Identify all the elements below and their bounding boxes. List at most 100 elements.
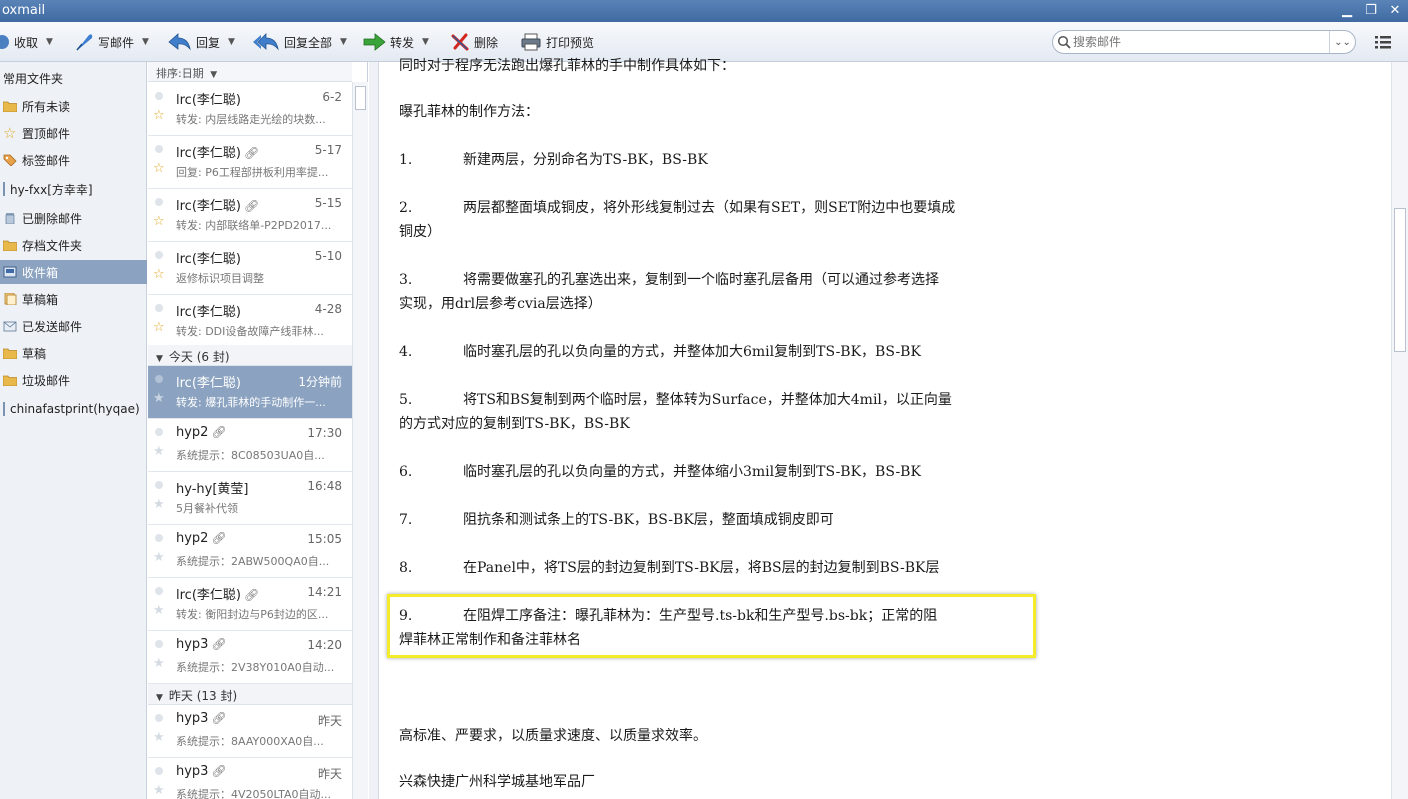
search-options-icon[interactable]: ⌄⌄	[1329, 31, 1355, 53]
list-item[interactable]: hyp2 🔗︎ 17:30 ★ 系统提示：8C08503UA0自...	[148, 419, 352, 472]
list-item[interactable]: hyp3 🔗︎ 昨天 ★ 系统提示：4V2050LTA0自动...	[148, 758, 352, 799]
message-subject: 转发: 内部联络单-P2PD2017...	[176, 219, 332, 232]
sidebar-item-all-unread[interactable]: 所有未读	[0, 94, 147, 118]
attachment-icon: 🔗︎	[211, 637, 227, 651]
account-marker	[3, 402, 5, 416]
message-sender: lrc(李仁聪)	[176, 93, 241, 108]
star-icon[interactable]: ★	[153, 498, 165, 512]
reply-button[interactable]: 回复 ▼	[168, 30, 235, 54]
message-sender: lrc(李仁聪)	[176, 252, 241, 267]
list-item[interactable]: lrc(李仁聪) 1分钟前 ★ 转发: 爆孔菲林的手动制作一...	[148, 366, 352, 419]
attachment-icon: 🔗︎	[243, 588, 260, 602]
message-subject: 系统提示：4V2050LTA0自动...	[176, 788, 332, 799]
folder-icon	[3, 101, 17, 112]
star-icon[interactable]: ★	[153, 657, 165, 671]
message-time: 15:05	[307, 532, 342, 546]
read-status-icon	[155, 534, 163, 542]
star-icon[interactable]: ★	[153, 551, 165, 565]
list-item[interactable]: hyp3 🔗︎ 14:20 ★ 系统提示：2V38Y010A0自动...	[148, 631, 352, 684]
sidebar-item-label: 置顶邮件	[22, 126, 71, 141]
compose-button[interactable]: 写邮件 ▼	[74, 30, 149, 54]
list-item[interactable]: hyp2 🔗︎ 15:05 ★ 系统提示：2ABW500QA0自...	[148, 525, 352, 578]
sort-dropdown[interactable]: 排序:日期 ▼	[148, 62, 352, 82]
list-item[interactable]: lrc(李仁聪) 🔗︎ 5-15 ☆ 转发: 内部联络单-P2PD2017...	[148, 189, 352, 242]
sidebar-item-label: 垃圾邮件	[22, 373, 71, 388]
sidebar-item-common-folders[interactable]: 常用文件夹	[0, 66, 147, 90]
group-header-yesterday[interactable]: ▼ 昨天 (13 封)	[148, 684, 352, 705]
sidebar-item-account-hy-fxx[interactable]: hy-fxx[方幸幸]	[0, 177, 147, 201]
star-icon[interactable]: ☆	[153, 109, 165, 123]
star-icon[interactable]: ☆	[153, 162, 165, 176]
chevron-down-icon[interactable]: ▼	[340, 37, 347, 47]
message-sender: hyp3 🔗︎	[176, 637, 227, 652]
list-item[interactable]: lrc(李仁聪) 🔗︎ 5-17 ☆ 回复: P6工程部拼板利用率提...	[148, 136, 352, 189]
sidebar-item-archive[interactable]: 存档文件夹	[0, 233, 147, 257]
message-sender: hyp2 🔗︎	[176, 425, 227, 440]
sidebar-item-sent[interactable]: 已发送邮件	[0, 314, 147, 338]
star-icon[interactable]: ☆	[153, 215, 165, 229]
restore-icon[interactable]: ❐	[1362, 2, 1380, 19]
sidebar-item-drafts[interactable]: 草稿	[0, 341, 147, 365]
email-intro: 同时对于程序无法跑出爆孔菲林的手中制作具体如下：	[399, 58, 735, 74]
sidebar-item-deleted[interactable]: 已删除邮件	[0, 206, 147, 230]
chevron-down-icon[interactable]: ▼	[46, 37, 53, 47]
star-icon[interactable]: ★	[153, 392, 165, 406]
star-icon[interactable]: ★	[153, 445, 165, 459]
list-item[interactable]: hyp3 🔗︎ 昨天 ★ 系统提示：8AAY000XA0自...	[148, 705, 352, 758]
read-status-icon	[155, 481, 163, 489]
read-status-icon	[155, 640, 163, 648]
title-bar: oxmail ▁ ❐ ✕	[0, 0, 1408, 22]
reader-scrollbar[interactable]	[1391, 62, 1408, 799]
close-icon[interactable]: ✕	[1386, 2, 1404, 19]
list-item[interactable]: lrc(李仁聪) 5-10 ☆ 返修标识项目调整	[148, 242, 352, 295]
message-subject: 系统提示：8AAY000XA0自...	[176, 735, 324, 748]
sidebar-item-drafts-box[interactable]: 草稿箱	[0, 287, 147, 311]
read-status-icon	[155, 714, 163, 722]
search-input[interactable]	[1073, 34, 1323, 50]
message-time: 5-17	[314, 143, 342, 157]
group-header-today[interactable]: ▼ 今天 (6 封)	[148, 345, 352, 366]
account-marker	[3, 182, 5, 196]
step-6: 6. 临时塞孔层的孔以负向量的方式，并整体缩小3mil复制到TS-BK，BS-BK	[399, 464, 921, 480]
read-status-icon	[155, 587, 163, 595]
message-list: 排序:日期 ▼ lrc(李仁聪) 6-2 ☆ 转发: 内层线路走光绘的块数...…	[148, 62, 368, 799]
list-item[interactable]: lrc(李仁聪) 4-28 ☆ 转发: DDI设备故障产线菲林...	[148, 295, 352, 348]
receive-button[interactable]: 收取 ▼	[0, 30, 53, 54]
scroll-thumb[interactable]	[1394, 208, 1406, 352]
sidebar-item-junk[interactable]: 垃圾邮件	[0, 368, 147, 392]
star-icon[interactable]: ★	[153, 731, 165, 745]
list-item[interactable]: lrc(李仁聪) 6-2 ☆ 转发: 内层线路走光绘的块数...	[148, 83, 352, 136]
star-icon: ☆	[3, 124, 17, 142]
pane-splitter[interactable]	[369, 62, 379, 799]
star-icon[interactable]: ☆	[153, 321, 165, 335]
forward-button[interactable]: 转发 ▼	[362, 30, 429, 54]
minimize-icon[interactable]: ▁	[1338, 2, 1356, 19]
list-menu-icon[interactable]	[1374, 34, 1392, 50]
list-scrollbar[interactable]	[352, 82, 368, 799]
read-status-icon	[155, 92, 163, 100]
message-subject: 转发: 内层线路走光绘的块数...	[176, 113, 326, 126]
sidebar-item-account-chinafastprint[interactable]: chinafastprint(hyqae)	[0, 397, 147, 421]
forward-arrow-icon	[363, 33, 386, 51]
star-icon[interactable]: ★	[153, 784, 165, 798]
folder-icon	[3, 348, 17, 359]
message-sender: lrc(李仁聪) 🔗︎	[176, 146, 260, 161]
message-time: 4-28	[314, 302, 342, 316]
sidebar-item-pinned[interactable]: ☆ 置顶邮件	[0, 121, 147, 145]
star-icon[interactable]: ☆	[153, 268, 165, 282]
reply-all-button[interactable]: 回复全部 ▼	[252, 30, 347, 54]
list-item[interactable]: hy-hy[黄莹] 16:48 ★ 5月餐补代领	[148, 472, 352, 525]
chevron-down-icon[interactable]: ▼	[228, 37, 235, 47]
folder-sidebar: 常用文件夹 所有未读 ☆ 置顶邮件 标签邮件 hy-fxx[方幸幸] 已删除邮件…	[0, 62, 147, 799]
star-icon[interactable]: ★	[153, 604, 165, 618]
sidebar-item-tagged[interactable]: 标签邮件	[0, 148, 147, 172]
message-subject: 转发: 衡阳封边与P6封边的区...	[176, 608, 329, 621]
sidebar-item-inbox[interactable]: 收件箱	[0, 260, 147, 284]
scroll-thumb[interactable]	[355, 86, 366, 110]
reply-arrow-icon	[168, 33, 191, 51]
print-preview-button[interactable]: 打印预览	[520, 30, 594, 54]
chevron-down-icon[interactable]: ▼	[142, 37, 149, 47]
chevron-down-icon[interactable]: ▼	[422, 37, 429, 47]
list-item[interactable]: lrc(李仁聪) 🔗︎ 14:21 ★ 转发: 衡阳封边与P6封边的区...	[148, 578, 352, 631]
delete-button[interactable]: 删除	[450, 30, 498, 54]
